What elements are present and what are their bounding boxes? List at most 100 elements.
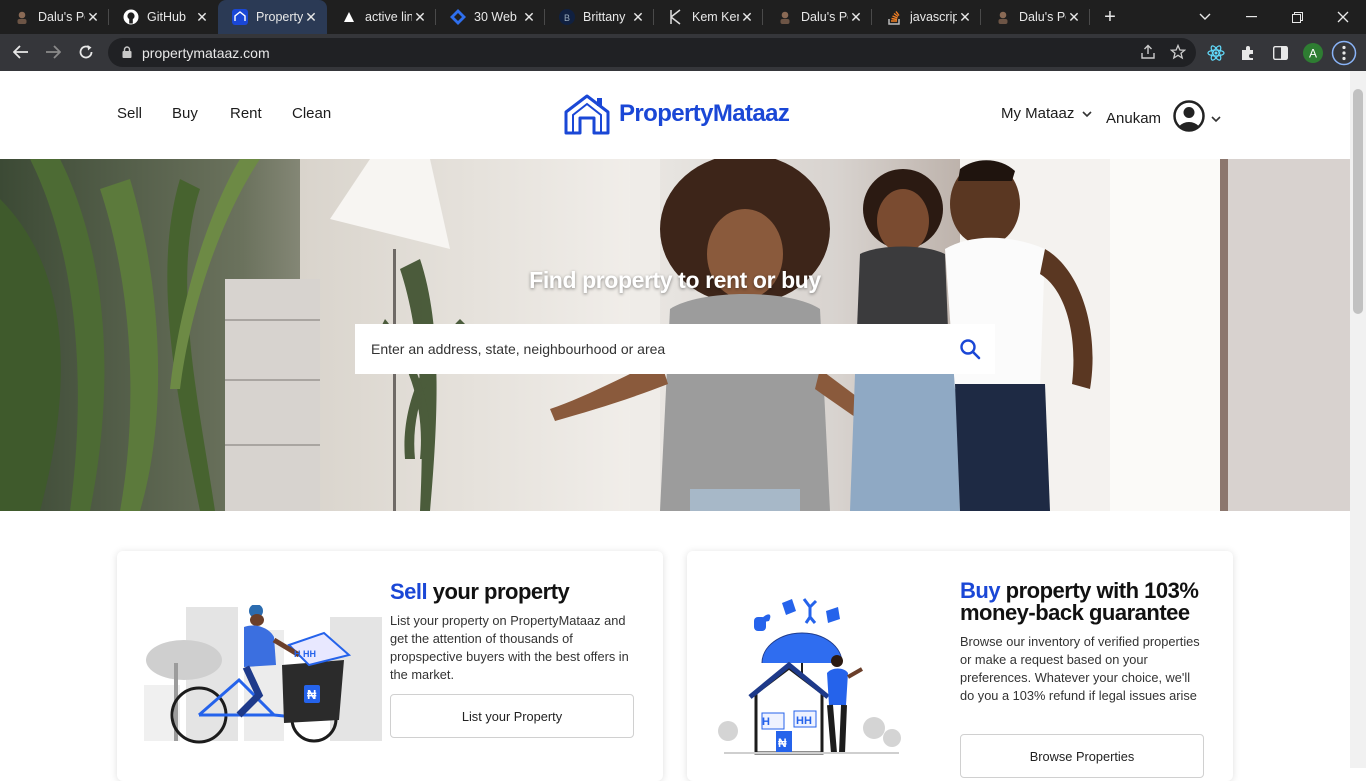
browser-tab[interactable]: GitHub ✕ — [109, 0, 218, 34]
sell-title-accent: Sell — [390, 579, 428, 604]
new-tab-icon[interactable]: + — [1090, 6, 1130, 29]
close-tab-icon[interactable]: ✕ — [848, 9, 864, 26]
side-panel-icon[interactable] — [1265, 34, 1295, 71]
tab-title: active lin — [365, 10, 412, 24]
page-scrollbar[interactable] — [1350, 71, 1366, 768]
browser-tab[interactable]: active lin ✕ — [327, 0, 436, 34]
browser-tab[interactable]: Kem Ken ✕ — [654, 0, 763, 34]
tab-title: Dalu's Pc — [801, 10, 848, 24]
tab-title: Dalu's Pc — [38, 10, 85, 24]
tab-title: GitHub — [147, 10, 186, 24]
close-tab-icon[interactable]: ✕ — [630, 9, 646, 26]
sell-card-title: Sell your property — [390, 579, 570, 604]
address-bar[interactable]: propertymataaz.com — [108, 38, 1196, 67]
search-bar — [355, 324, 995, 374]
url-text: propertymataaz.com — [142, 44, 270, 61]
close-tab-icon[interactable]: ✕ — [85, 9, 101, 26]
nav-buy[interactable]: Buy — [172, 105, 198, 122]
sell-card: ₦ H HH Sell your property List your prop… — [117, 551, 663, 781]
browser-tab-bar: Dalu's Pc ✕ GitHub ✕ Property ✕ active l… — [0, 0, 1366, 34]
list-property-button[interactable]: List your Property — [390, 694, 634, 738]
stackoverflow-icon — [886, 9, 902, 25]
browser-tab[interactable]: 30 Web ✕ — [436, 0, 545, 34]
browser-tab[interactable]: Dalu's Pc ✕ — [981, 0, 1090, 34]
buy-card-title: Buy property with 103% money-back guaran… — [960, 580, 1210, 624]
propertymataaz-icon — [232, 9, 248, 25]
github-icon — [123, 9, 139, 25]
hero-banner: Find property to rent or buy — [0, 159, 1350, 511]
user-menu[interactable]: Anukam — [1106, 100, 1221, 136]
restore-icon[interactable] — [1274, 0, 1320, 34]
close-tab-icon[interactable]: ✕ — [303, 9, 319, 26]
back-icon[interactable] — [5, 36, 37, 68]
avatar-icon — [995, 9, 1011, 25]
sell-title-rest: your property — [427, 579, 570, 604]
tab-search-icon[interactable] — [1182, 0, 1228, 34]
forward-icon[interactable] — [37, 36, 69, 68]
react-devtools-icon[interactable] — [1201, 34, 1231, 71]
svg-text:₦: ₦ — [778, 736, 787, 750]
site-logo[interactable]: PropertyMataaz — [563, 93, 790, 135]
svg-text:A: A — [1309, 46, 1317, 60]
avatar-icon — [777, 9, 793, 25]
browser-tab[interactable]: javascrip ✕ — [872, 0, 981, 34]
nav-clean[interactable]: Clean — [292, 105, 331, 122]
tab-title: Dalu's Pc — [1019, 10, 1066, 24]
extensions-puzzle-icon[interactable] — [1233, 34, 1263, 71]
close-window-icon[interactable] — [1320, 0, 1366, 34]
tab-title: Brittany — [583, 10, 626, 24]
share-icon[interactable] — [1140, 44, 1156, 63]
scrollbar-thumb[interactable] — [1353, 89, 1363, 314]
house-logo-icon — [564, 94, 610, 135]
close-tab-icon[interactable]: ✕ — [739, 9, 755, 26]
close-tab-icon[interactable]: ✕ — [194, 9, 210, 26]
nav-sell[interactable]: Sell — [117, 105, 142, 122]
search-input[interactable] — [371, 341, 931, 357]
close-tab-icon[interactable]: ✕ — [521, 9, 537, 26]
close-tab-icon[interactable]: ✕ — [957, 9, 973, 26]
site-header: Sell Buy Rent Clean PropertyMataaz My Ma… — [0, 71, 1350, 159]
avatar-icon — [14, 9, 30, 25]
my-mataaz-label: My Mataaz — [1001, 105, 1075, 122]
minimize-icon[interactable] — [1228, 0, 1274, 34]
svg-text:HH: HH — [796, 715, 812, 727]
svg-text:H HH: H HH — [294, 649, 316, 659]
buy-illustration: H HH ₦ — [718, 598, 901, 755]
logo-text: PropertyMataaz — [619, 100, 790, 127]
my-mataaz-menu[interactable]: My Mataaz — [1001, 105, 1092, 122]
sell-card-body: List your property on PropertyMataaz and… — [390, 613, 629, 682]
user-avatar-icon — [1173, 100, 1205, 136]
bookmark-star-icon[interactable] — [1169, 43, 1187, 63]
browser-tab-active[interactable]: Property ✕ — [218, 0, 327, 34]
sell-illustration: ₦ H HH — [144, 605, 382, 744]
tab-title: Kem Ken — [692, 10, 739, 24]
b-icon: B — [559, 9, 575, 25]
browser-tab[interactable]: Dalu's Pc ✕ — [763, 0, 872, 34]
username: Anukam — [1106, 109, 1162, 127]
buy-card: H HH ₦ Buy property with 103% money-back… — [687, 551, 1233, 781]
svg-text:B: B — [564, 13, 570, 23]
diamond-icon — [450, 9, 466, 25]
tab-title: Property — [256, 10, 303, 24]
chrome-menu-icon[interactable] — [1329, 34, 1359, 71]
browse-properties-button[interactable]: Browse Properties — [960, 734, 1204, 778]
browser-tab[interactable]: Dalu's Pc ✕ — [0, 0, 109, 34]
tab-title: javascrip — [910, 10, 957, 24]
nav-rent[interactable]: Rent — [230, 105, 262, 122]
lock-icon — [122, 45, 134, 61]
tab-title: 30 Web — [474, 10, 517, 24]
svg-text:₦: ₦ — [307, 687, 317, 702]
svg-text:H: H — [762, 716, 770, 728]
profile-avatar[interactable]: A — [1298, 34, 1328, 71]
browser-toolbar: propertymataaz.com — [0, 34, 1366, 71]
close-tab-icon[interactable]: ✕ — [412, 9, 428, 26]
k-icon — [668, 9, 684, 25]
reload-icon[interactable] — [70, 36, 102, 68]
browser-tab[interactable]: B Brittany ✕ — [545, 0, 654, 34]
search-icon[interactable] — [959, 338, 981, 365]
hero-title: Find property to rent or buy — [529, 267, 821, 293]
close-tab-icon[interactable]: ✕ — [1066, 9, 1082, 26]
triangle-icon — [341, 9, 357, 25]
chevron-down-icon — [1082, 105, 1092, 122]
chevron-down-icon — [1211, 110, 1221, 127]
